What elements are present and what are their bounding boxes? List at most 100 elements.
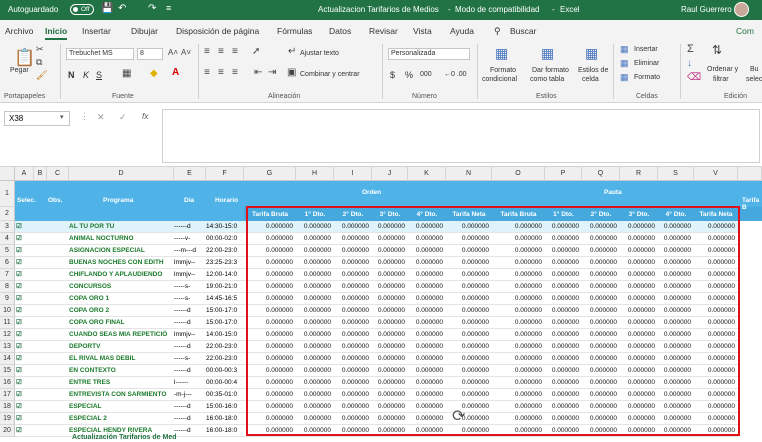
- column-header-q[interactable]: Q: [582, 167, 620, 181]
- obs-cell[interactable]: [34, 329, 69, 341]
- program-name[interactable]: CHIFLANDO Y APLAUDIENDO: [69, 269, 174, 281]
- sort-filter-label[interactable]: Ordenar y: [707, 66, 738, 73]
- format-table-label[interactable]: Dar formato: [532, 67, 569, 74]
- day-cell[interactable]: -----v-: [174, 233, 206, 245]
- decimal-buttons[interactable]: ←0 .00: [444, 71, 467, 78]
- time-cell[interactable]: 12:00-14:0: [206, 269, 244, 281]
- column-header-e[interactable]: E: [174, 167, 206, 181]
- row-header[interactable]: 18: [0, 401, 15, 413]
- day-cell[interactable]: ---m---d: [174, 245, 206, 257]
- row-checkbox[interactable]: ☑: [15, 245, 34, 257]
- align-bottom-icon[interactable]: ≡: [232, 46, 238, 57]
- number-format-select[interactable]: Personalizada: [388, 48, 470, 60]
- save-icon[interactable]: 💾: [101, 3, 113, 14]
- tab-vista[interactable]: Vista: [413, 26, 432, 36]
- row-checkbox[interactable]: ☑: [15, 317, 34, 329]
- wrap-text-icon[interactable]: ↵: [288, 46, 296, 57]
- day-cell[interactable]: ------d: [174, 425, 206, 437]
- day-cell[interactable]: lmmjv--: [174, 269, 206, 281]
- font-size-select[interactable]: 8: [137, 48, 163, 60]
- redo-icon[interactable]: ↷: [148, 3, 156, 14]
- obs-cell[interactable]: [34, 389, 69, 401]
- tab-insertar[interactable]: Insertar: [82, 26, 111, 36]
- insert-cells-icon[interactable]: ▦: [620, 44, 629, 55]
- program-name[interactable]: ESPECIAL: [69, 401, 174, 413]
- italic-button[interactable]: K: [83, 70, 89, 80]
- copy-icon[interactable]: ⧉: [36, 57, 42, 68]
- cell-styles-label[interactable]: Estilos de: [578, 67, 608, 74]
- autosave-toggle[interactable]: Off: [70, 4, 94, 15]
- row-header[interactable]: 12: [0, 329, 15, 341]
- row-checkbox[interactable]: ☑: [15, 329, 34, 341]
- row-checkbox[interactable]: ☑: [15, 365, 34, 377]
- column-header-i[interactable]: I: [334, 167, 372, 181]
- row-header[interactable]: 4: [0, 233, 15, 245]
- column-header-b[interactable]: B: [34, 167, 47, 181]
- time-cell[interactable]: 15:00-17:0: [206, 317, 244, 329]
- row-header[interactable]: 8: [0, 281, 15, 293]
- comments-button[interactable]: Com: [736, 26, 754, 36]
- align-center-icon[interactable]: ≡: [218, 67, 224, 78]
- day-cell[interactable]: lmmjv--: [174, 257, 206, 269]
- conditional-format-label2[interactable]: condicional: [482, 76, 517, 83]
- merge-icon[interactable]: ▣: [287, 67, 296, 78]
- insert-cells-button[interactable]: Insertar: [634, 46, 658, 53]
- align-right-icon[interactable]: ≡: [232, 67, 238, 78]
- format-cells-icon[interactable]: ▦: [620, 72, 629, 83]
- column-header-r[interactable]: R: [620, 167, 658, 181]
- row-header[interactable]: 17: [0, 389, 15, 401]
- sort-filter-icon[interactable]: ⇅: [712, 43, 722, 57]
- tab-formulas[interactable]: Fórmulas: [277, 26, 312, 36]
- bold-button[interactable]: N: [68, 70, 75, 80]
- cut-icon[interactable]: ✂: [36, 44, 44, 55]
- tab-ayuda[interactable]: Ayuda: [450, 26, 474, 36]
- time-cell[interactable]: 22:00-23:0: [206, 353, 244, 365]
- conditional-format-label[interactable]: Formato: [490, 67, 516, 74]
- day-cell[interactable]: -m-j---: [174, 389, 206, 401]
- row-checkbox[interactable]: ☑: [15, 341, 34, 353]
- find-select-label2[interactable]: selec: [746, 76, 762, 83]
- chevron-down-icon[interactable]: ▾: [60, 113, 64, 121]
- row-header[interactable]: 3: [0, 221, 15, 233]
- paste-icon[interactable]: 📋: [14, 48, 35, 68]
- autosum-icon[interactable]: Σ: [687, 43, 694, 55]
- row-checkbox[interactable]: ☑: [15, 353, 34, 365]
- tab-archivo[interactable]: Archivo: [5, 26, 33, 36]
- obs-cell[interactable]: [34, 365, 69, 377]
- delete-cells-icon[interactable]: ▦: [620, 58, 629, 69]
- program-name[interactable]: COPA ORO 2: [69, 305, 174, 317]
- column-header-o[interactable]: O: [492, 167, 545, 181]
- format-table-label2[interactable]: como tabla: [530, 76, 564, 83]
- formula-input[interactable]: [162, 109, 760, 163]
- align-left-icon[interactable]: ≡: [204, 67, 210, 78]
- day-cell[interactable]: ------d: [174, 413, 206, 425]
- time-cell[interactable]: 23:25-23:3: [206, 257, 244, 269]
- sheet-tab[interactable]: Actualización Tarifarios de Med: [72, 434, 177, 441]
- time-cell[interactable]: 15:00-16:0: [206, 401, 244, 413]
- font-color-icon[interactable]: A: [172, 67, 179, 78]
- time-cell[interactable]: 00:00-00:4: [206, 377, 244, 389]
- row-header[interactable]: 16: [0, 377, 15, 389]
- time-cell[interactable]: 00:35-01:0: [206, 389, 244, 401]
- thousands-button[interactable]: 000: [420, 71, 432, 78]
- tab-revisar[interactable]: Revisar: [369, 26, 398, 36]
- column-header-h[interactable]: H: [296, 167, 334, 181]
- fill-color-icon[interactable]: ◆: [150, 68, 158, 79]
- percent-button[interactable]: %: [405, 70, 413, 80]
- program-name[interactable]: COPA ORO FINAL: [69, 317, 174, 329]
- row-header[interactable]: 2: [0, 207, 15, 221]
- cell-styles-icon[interactable]: ▦: [585, 45, 598, 62]
- program-name[interactable]: ENTRE TRES: [69, 377, 174, 389]
- sort-filter-label2[interactable]: filtrar: [713, 76, 729, 83]
- row-checkbox[interactable]: ☑: [15, 389, 34, 401]
- row-checkbox[interactable]: ☑: [15, 281, 34, 293]
- day-cell[interactable]: -----s-: [174, 281, 206, 293]
- row-checkbox[interactable]: ☑: [15, 293, 34, 305]
- column-header-k[interactable]: K: [408, 167, 446, 181]
- time-cell[interactable]: 14:00-15:0: [206, 329, 244, 341]
- row-checkbox[interactable]: ☑: [15, 413, 34, 425]
- cancel-icon[interactable]: ✕: [97, 112, 105, 123]
- obs-cell[interactable]: [34, 269, 69, 281]
- obs-cell[interactable]: [34, 317, 69, 329]
- conditional-format-icon[interactable]: ▦: [495, 45, 508, 62]
